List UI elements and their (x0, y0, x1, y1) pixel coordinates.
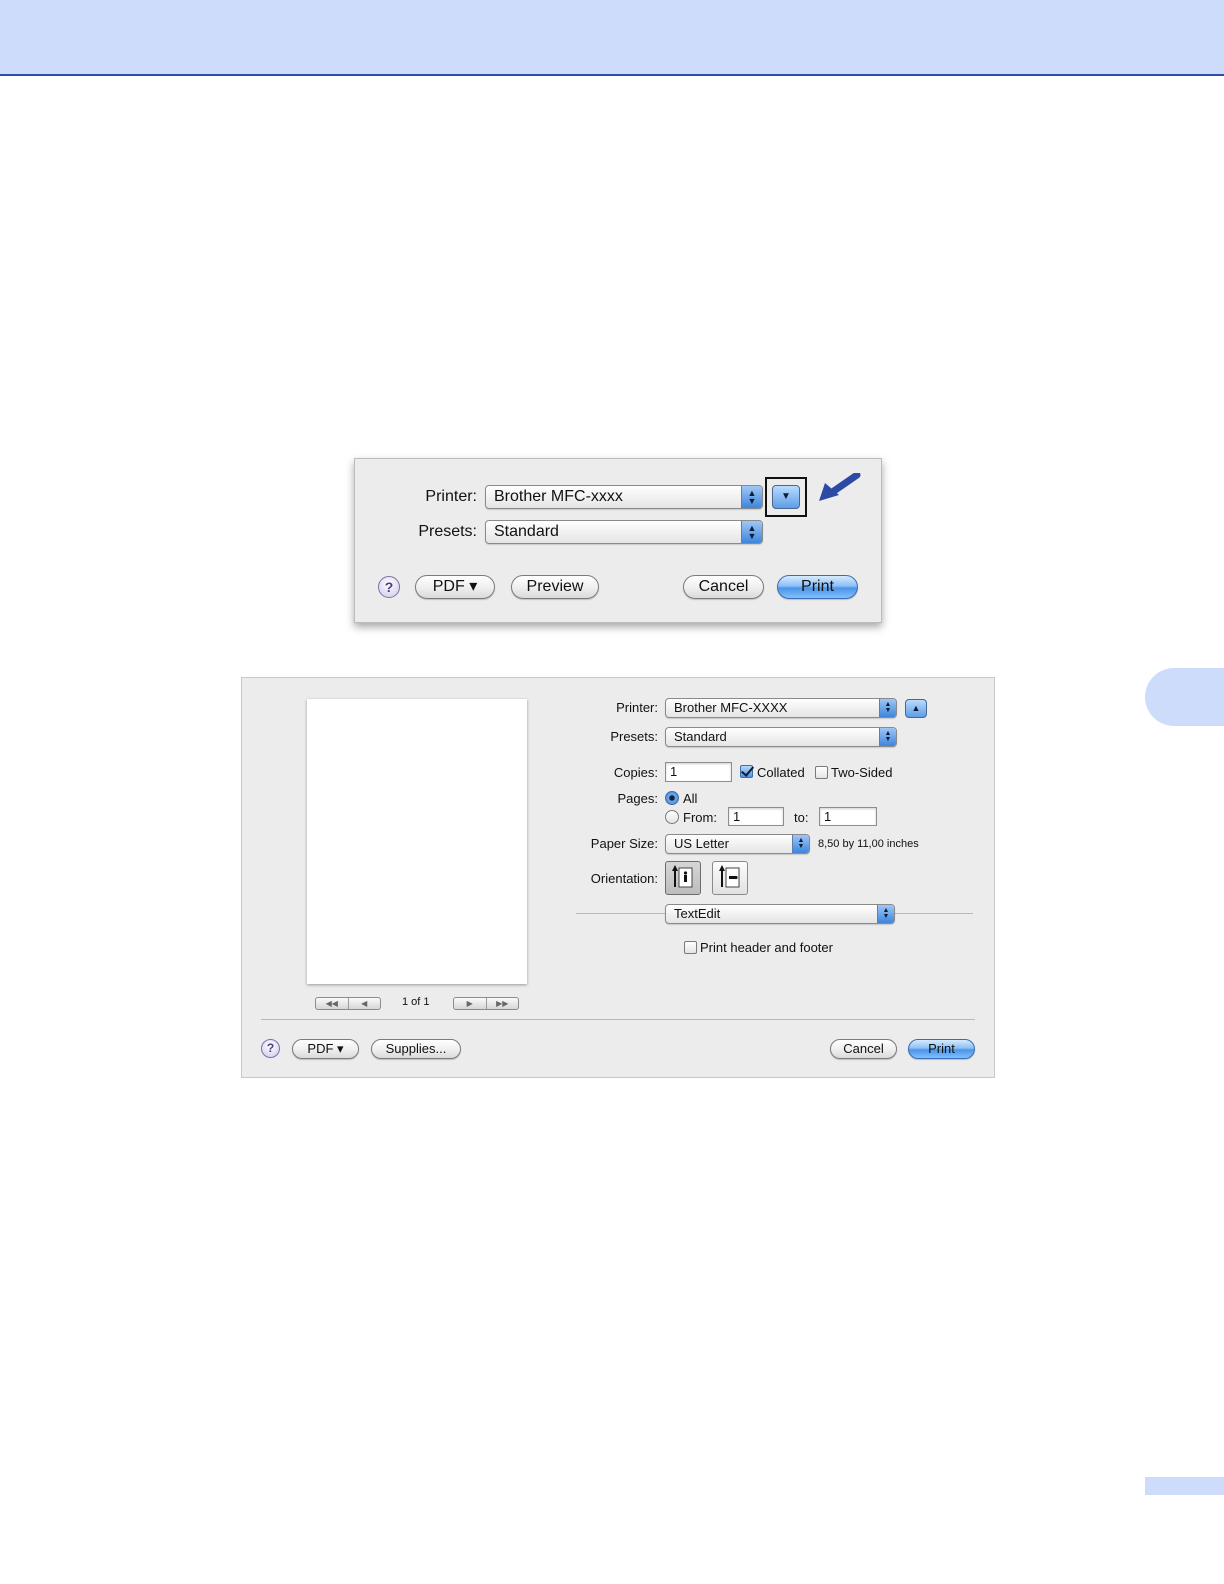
paper-size-label: Paper Size: (590, 836, 658, 851)
disclosure-triangle-button[interactable]: ▼ (772, 485, 800, 509)
printer-popup-value: Brother MFC-xxxx (494, 488, 623, 505)
print-button[interactable]: Print (777, 575, 858, 599)
to-page-field[interactable]: 1 (819, 807, 877, 826)
print-button[interactable]: Print (908, 1039, 975, 1059)
app-options-popup-value: TextEdit (674, 906, 721, 921)
paper-size-popup[interactable]: US Letter ▲ ▼ (665, 834, 810, 854)
pages-to-label: to: (794, 810, 809, 825)
paper-size-popup-value: US Letter (674, 836, 729, 851)
help-button[interactable]: ? (378, 576, 400, 598)
pages-from-radio[interactable] (665, 810, 679, 824)
portrait-icon (672, 865, 693, 888)
bottom-separator (261, 1019, 975, 1020)
presets-popup-value: Standard (674, 729, 727, 744)
preview-forward-nav[interactable]: ▶ ▶▶ (453, 997, 519, 1010)
chapter-side-tab (1145, 668, 1224, 726)
pages-from-label: From: (683, 810, 717, 825)
copies-field[interactable]: 1 (665, 762, 732, 782)
page-number-tab (1145, 1477, 1224, 1495)
presets-label: Presets: (418, 523, 477, 540)
header-footer-checkbox[interactable] (684, 941, 697, 954)
printer-popup[interactable]: Brother MFC-XXXX ▲ ▼ (665, 698, 897, 718)
help-button[interactable]: ? (261, 1039, 280, 1058)
orientation-label: Orientation: (590, 871, 658, 886)
next-page-icon[interactable]: ▶ (454, 998, 486, 1009)
cancel-button[interactable]: Cancel (830, 1039, 897, 1059)
two-sided-checkbox[interactable] (815, 766, 828, 779)
collated-checkbox[interactable] (740, 765, 753, 778)
pdf-button[interactable]: PDF ▾ (292, 1039, 359, 1059)
presets-label: Presets: (610, 729, 658, 744)
popup-arrows-icon: ▲ ▼ (879, 728, 896, 746)
two-sided-label: Two-Sided (831, 765, 893, 780)
preview-button[interactable]: Preview (511, 575, 599, 599)
collated-label: Collated (757, 765, 805, 780)
pages-label: Pages: (617, 791, 658, 806)
printer-label: Printer: (425, 488, 477, 505)
popup-arrows-icon: ▲ ▼ (741, 521, 762, 543)
pages-all-radio[interactable] (665, 791, 679, 805)
popup-arrows-icon: ▲ ▼ (792, 835, 809, 853)
collapsed-print-dialog: Printer: Brother MFC-xxxx ▲ ▼ Presets: St… (354, 458, 882, 623)
from-page-field[interactable]: 1 (728, 807, 784, 826)
printer-popup-value: Brother MFC-XXXX (674, 700, 788, 715)
previous-page-icon[interactable]: ◀ (347, 998, 381, 1009)
collapse-triangle-button[interactable]: ▲ (905, 699, 927, 718)
first-page-icon[interactable]: ◀◀ (316, 998, 348, 1009)
page-counter: 1 of 1 (402, 996, 430, 1008)
preview-back-nav[interactable]: ◀◀ ◀ (315, 997, 381, 1010)
expanded-print-dialog: ◀◀ ◀ 1 of 1 ▶ ▶▶ Printer: Brother MFC-XX… (241, 677, 995, 1078)
presets-popup[interactable]: Standard ▲ ▼ (485, 520, 763, 544)
header-footer-label: Print header and footer (700, 940, 833, 955)
portrait-orientation-button[interactable] (665, 861, 701, 895)
triangle-up-icon: ▲ (911, 703, 921, 713)
paper-size-dimensions: 8,50 by 11,00 inches (818, 838, 919, 850)
pdf-button[interactable]: PDF ▾ (415, 575, 495, 599)
popup-arrows-icon: ▲ ▼ (741, 486, 762, 508)
triangle-down-icon: ▼ (781, 491, 791, 502)
presets-popup[interactable]: Standard ▲ ▼ (665, 727, 897, 747)
landscape-icon (719, 865, 740, 888)
app-options-popup[interactable]: TextEdit ▲ ▼ (665, 904, 895, 924)
pages-all-label: All (683, 791, 698, 806)
pointer-arrow-icon (819, 473, 861, 501)
landscape-orientation-button[interactable] (712, 861, 748, 895)
supplies-button[interactable]: Supplies... (371, 1039, 461, 1059)
copies-label: Copies: (613, 765, 658, 780)
printer-label: Printer: (616, 700, 658, 715)
popup-arrows-icon: ▲ ▼ (879, 699, 896, 717)
popup-arrows-icon: ▲ ▼ (877, 905, 894, 923)
presets-popup-value: Standard (494, 523, 559, 540)
printer-popup[interactable]: Brother MFC-xxxx ▲ ▼ (485, 485, 763, 509)
last-page-icon[interactable]: ▶▶ (485, 998, 519, 1009)
page-header-band (0, 0, 1224, 76)
cancel-button[interactable]: Cancel (683, 575, 764, 599)
print-preview-page (307, 699, 527, 984)
